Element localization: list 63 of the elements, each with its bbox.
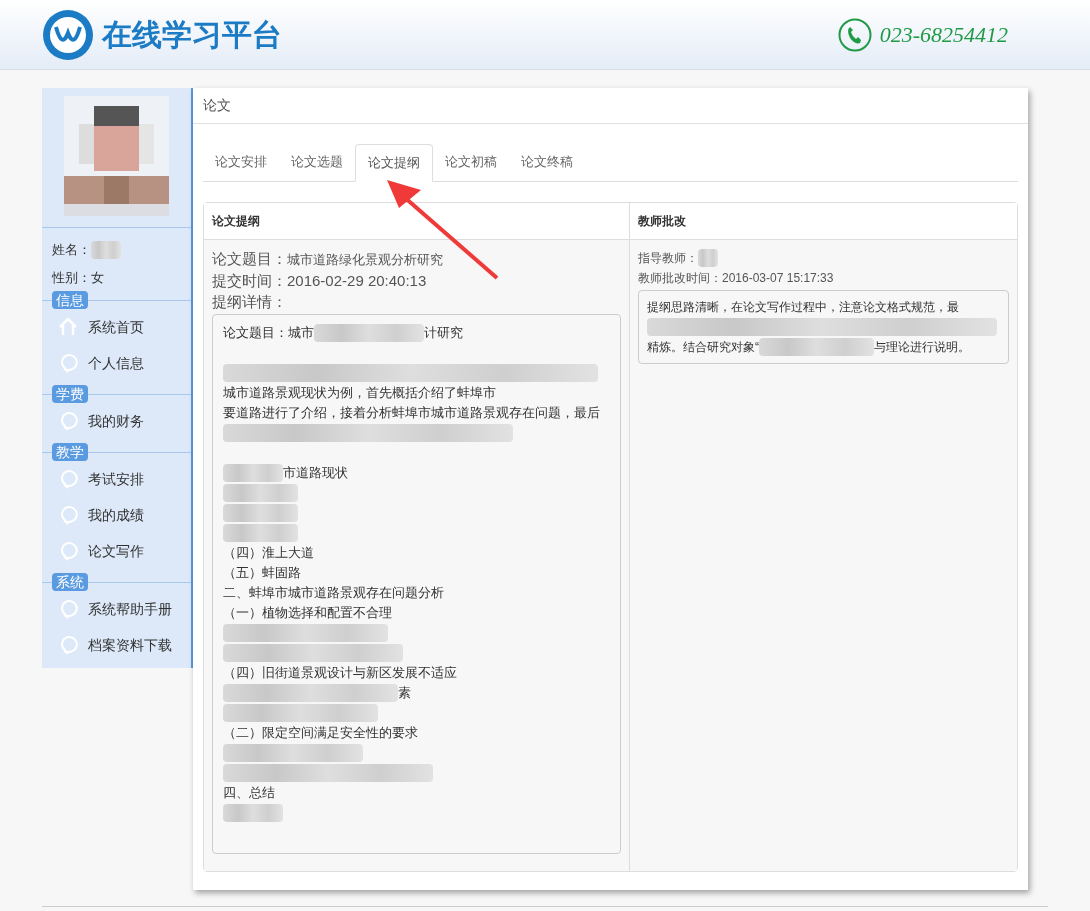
teacher-label: 指导教师： [638, 250, 698, 267]
topic-label: 论文题目： [212, 250, 287, 267]
home-icon [58, 317, 78, 337]
menu-item[interactable]: 我的成绩 [42, 497, 191, 533]
submit-time-label: 提交时间： [212, 272, 287, 289]
outline-text: 提纲思路清晰，在论文写作过程中，注意论文格式规范，最 [647, 299, 959, 316]
redaction-blur [91, 240, 121, 259]
section-badge: 教学 [52, 443, 88, 461]
phone-icon [837, 17, 872, 52]
menu-item[interactable]: 系统首页 [42, 309, 191, 345]
outline-text: 与理论进行说明。 [874, 339, 970, 356]
panel-title: 论文 [203, 96, 231, 115]
menu-item[interactable]: 我的财务 [42, 403, 191, 439]
review-time: 2016-03-07 15:17:33 [722, 271, 834, 285]
speech-bubble-icon [58, 469, 78, 489]
name-label: 姓名： [52, 241, 91, 259]
outline-text: （一）植物选择和配置不合理 [223, 604, 392, 623]
section-badge: 学费 [52, 385, 88, 403]
tab[interactable]: 论文选题 [279, 143, 355, 181]
outline-text: 二、蚌埠市城市道路景观存在问题分析 [223, 584, 444, 603]
speech-bubble-icon [58, 505, 78, 525]
speech-bubble-icon [58, 411, 78, 431]
tab[interactable]: 论文安排 [203, 143, 279, 181]
section-badge: 系统 [52, 573, 88, 591]
outline-text: 要道路进行了介绍，接着分析蚌埠市城市道路景观存在问题，最后 [223, 404, 600, 423]
redaction-blur [223, 464, 283, 482]
tab[interactable]: 论文终稿 [509, 143, 585, 181]
menu-item[interactable]: 个人信息 [42, 345, 191, 381]
menu-item[interactable]: 论文写作 [42, 533, 191, 569]
redaction-blur [223, 804, 283, 822]
redaction-blur [698, 249, 718, 267]
phone-number: 023-68254412 [879, 21, 1008, 49]
gender-value: 女 [91, 268, 104, 287]
section-badge: 信息 [52, 291, 88, 309]
outline-text: 市道路现状 [283, 464, 348, 483]
outline-text: （二）限定空间满足安全性的要求 [223, 724, 418, 743]
review-time-label: 教师批改时间： [638, 271, 722, 285]
speech-bubble-icon [58, 353, 78, 373]
outline-text: 城市道路景观现状为例，首先概括介绍了蚌埠市 [223, 384, 496, 403]
site-title: 在线学习平台 [102, 17, 282, 53]
section-heading: 论文提纲 [212, 213, 260, 230]
topic-value: 城市道路绿化景观分析研究 [287, 252, 443, 267]
logo [42, 8, 94, 61]
menu-item[interactable]: 档案资料下载 [42, 627, 191, 663]
submit-time: 2016-02-29 20:40:13 [287, 272, 427, 289]
gender-label: 性别： [52, 268, 91, 287]
outline-text: 四、总结 [223, 784, 275, 803]
outline-text: （五）蚌固路 [223, 564, 301, 583]
outline-text: （四）淮上大道 [223, 544, 314, 563]
outline-text: 素 [398, 684, 411, 703]
section-heading: 教师批改 [638, 213, 686, 230]
outline-text: 精炼。结合研究对象“ [647, 339, 759, 356]
menu-item[interactable]: 考试安排 [42, 461, 191, 497]
speech-bubble-icon [58, 635, 78, 655]
speech-bubble-icon [58, 599, 78, 619]
speech-bubble-icon [58, 541, 78, 561]
menu-item[interactable]: 系统帮助手册 [42, 591, 191, 627]
outline-text: 论文题目：城市 [223, 324, 314, 343]
outline-text: （四）旧街道景观设计与新区发展不适应 [223, 664, 457, 683]
details-label: 提纲详情： [212, 293, 287, 310]
tab[interactable]: 论文初稿 [433, 143, 509, 181]
outline-text: 计研究 [424, 324, 463, 343]
tab[interactable]: 论文提纲 [355, 144, 433, 182]
